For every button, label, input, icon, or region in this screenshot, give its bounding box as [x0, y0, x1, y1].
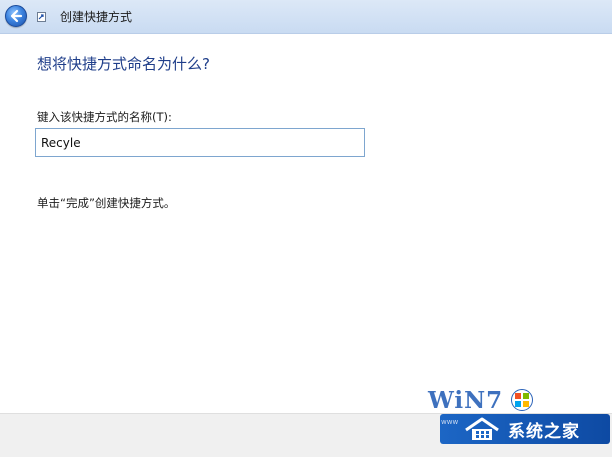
- window-title: 创建快捷方式: [60, 10, 133, 24]
- back-button[interactable]: [5, 5, 27, 27]
- back-arrow-icon: [10, 9, 23, 23]
- page-heading: 想将快捷方式命名为什么?: [37, 55, 210, 73]
- finish-hint-text: 单击“完成”创建快捷方式。: [37, 196, 176, 210]
- shortcut-name-input[interactable]: [35, 128, 365, 157]
- windows-flag-icon: [511, 389, 533, 411]
- shortcut-icon: [37, 12, 46, 22]
- wizard-header: 创建快捷方式: [0, 0, 612, 34]
- house-icon: [465, 417, 499, 440]
- watermark-logo-text: WiN7: [428, 387, 504, 414]
- shortcut-name-label: 键入该快捷方式的名称(T):: [37, 110, 172, 124]
- watermark-sub-text: www: [441, 418, 459, 426]
- watermark-site-name: 系统之家: [508, 422, 580, 442]
